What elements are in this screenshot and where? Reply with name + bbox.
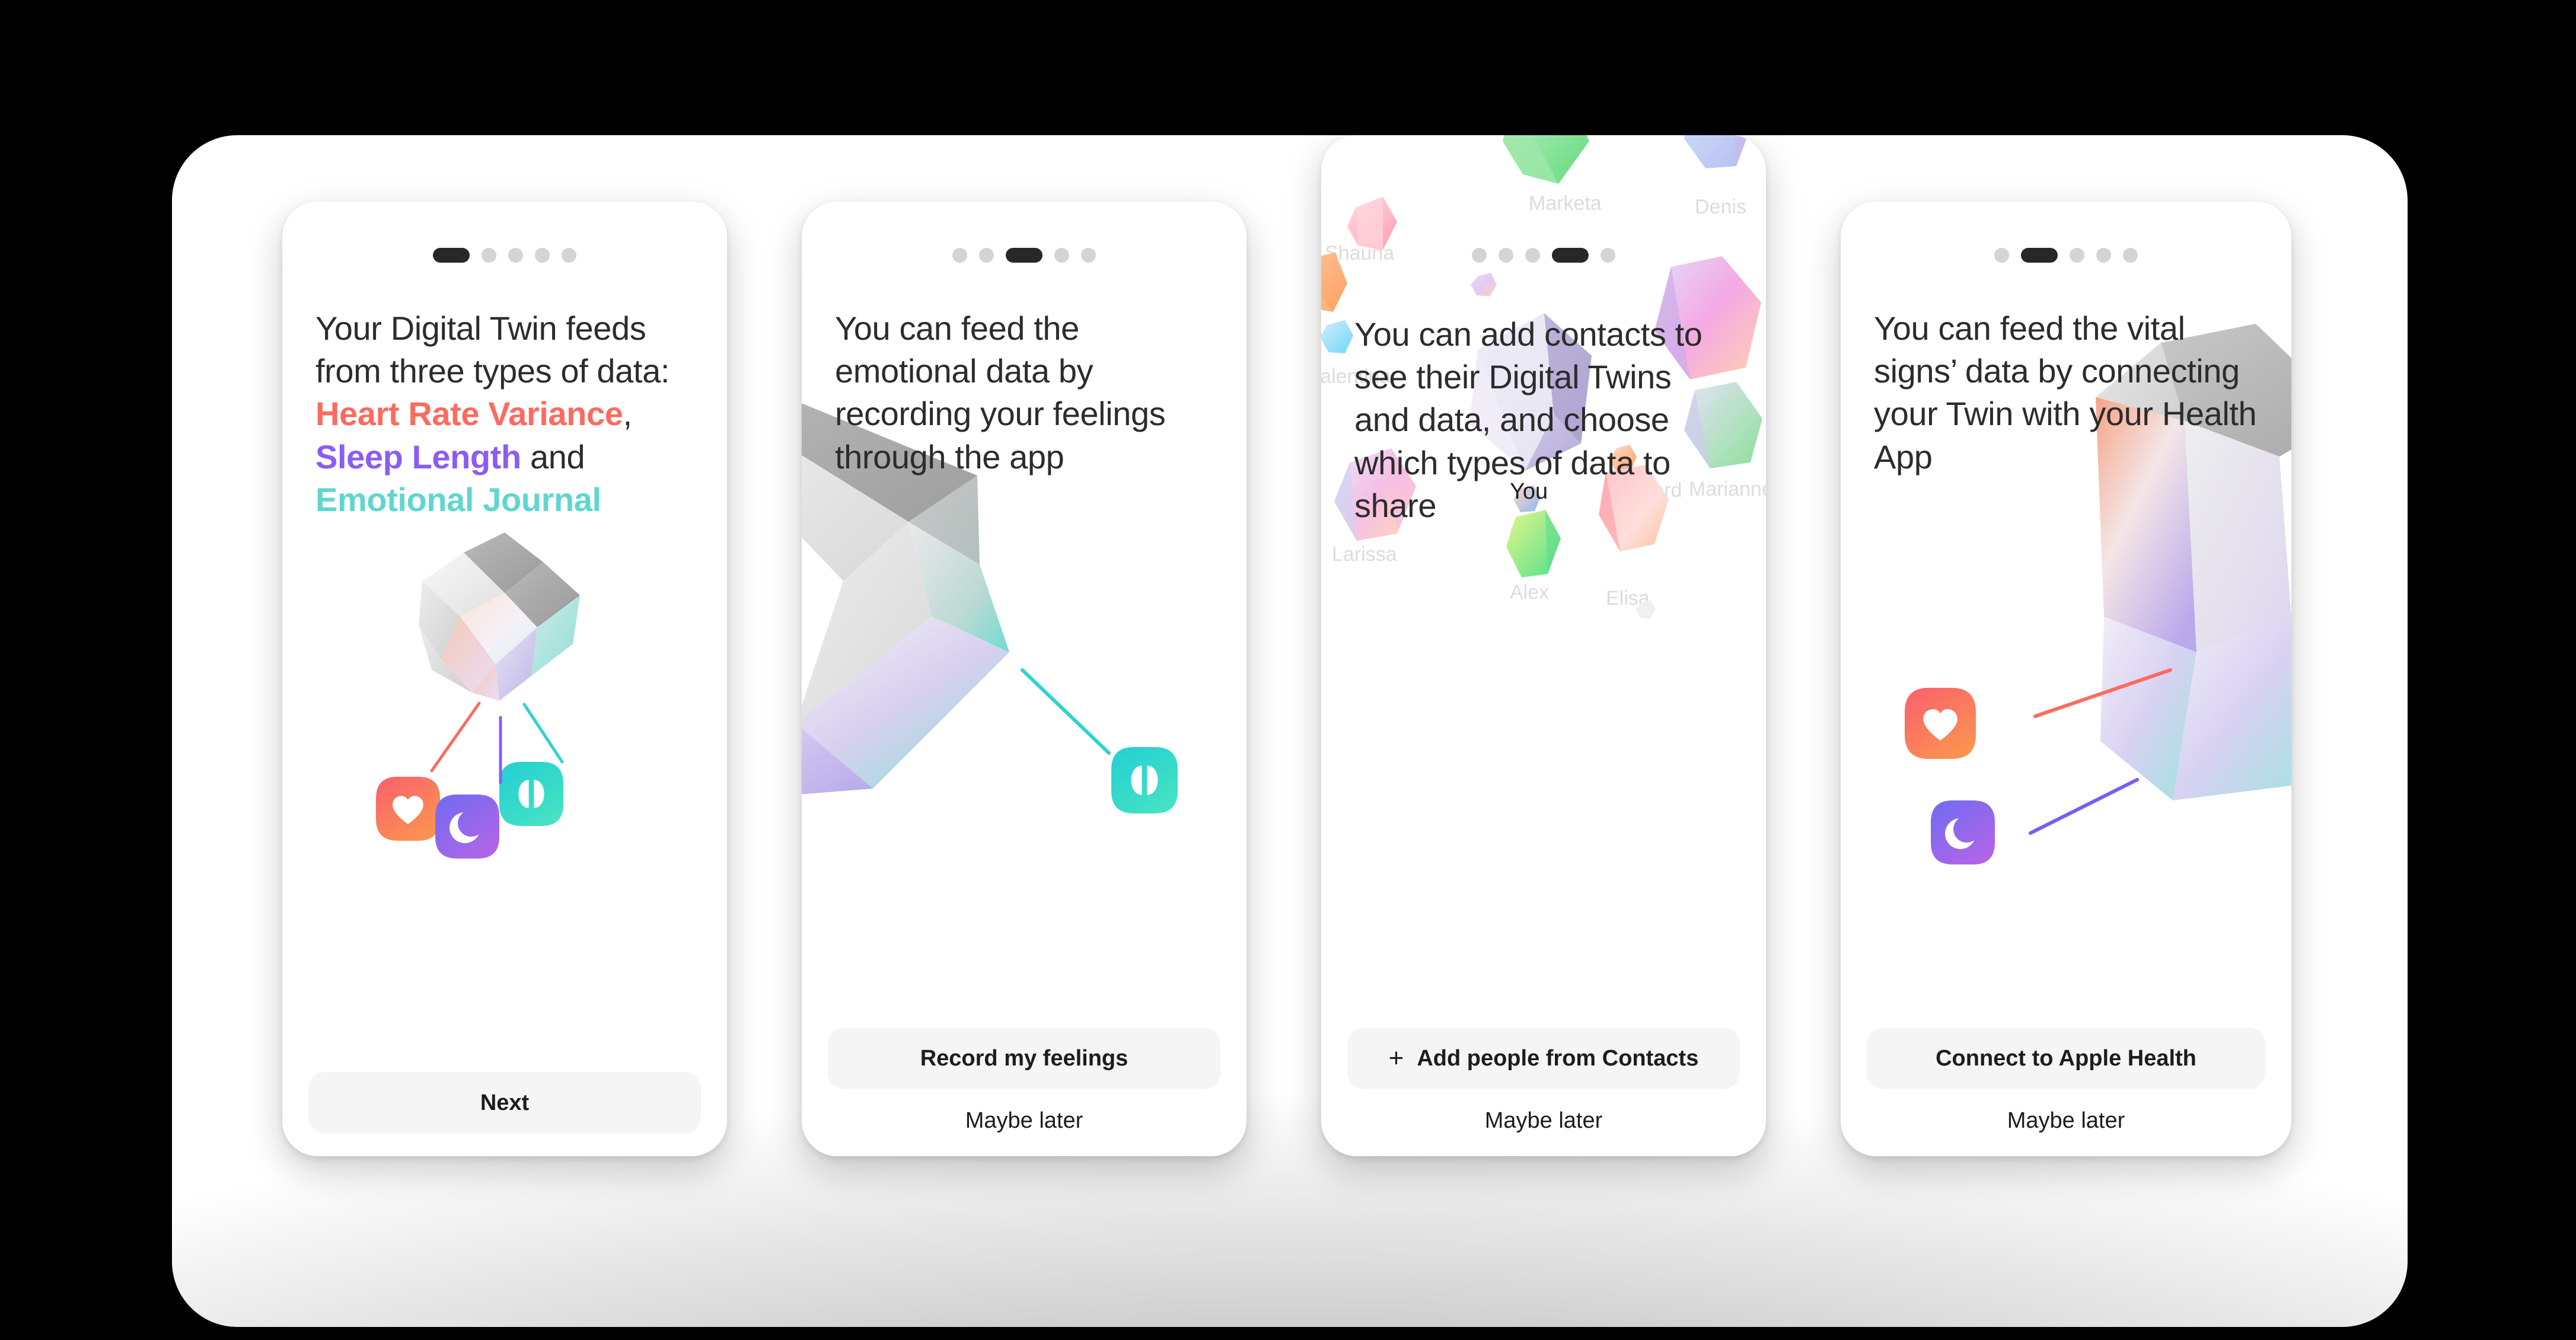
contact-crystal-denis xyxy=(1684,135,1748,168)
actions-1: Next xyxy=(308,1072,701,1134)
contact-crystal-small-1 xyxy=(1471,273,1497,296)
pagination-dot[interactable] xyxy=(2123,248,2138,263)
record-feelings-button[interactable]: Record my feelings xyxy=(828,1028,1220,1089)
plus-icon: + xyxy=(1388,1044,1404,1073)
pagination-dot[interactable] xyxy=(979,248,994,263)
pagination-dot[interactable] xyxy=(1601,248,1615,263)
phone-screen-emotional-journal: You can feed the emotional data by recor… xyxy=(802,202,1246,1156)
pagination-dot[interactable] xyxy=(1006,248,1042,263)
connect-apple-health-button[interactable]: Connect to Apple Health xyxy=(1867,1028,2265,1089)
pagination-dot[interactable] xyxy=(562,248,576,263)
pagination-dot[interactable] xyxy=(482,248,496,263)
label-sleep: Sleep Length xyxy=(315,438,521,476)
pagination-dot[interactable] xyxy=(1994,248,2009,263)
page-title-1: Your Digital Twin feeds from three types… xyxy=(315,310,669,518)
maybe-later-button[interactable]: Maybe later xyxy=(1867,1108,2265,1134)
contact-crystal-small-3 xyxy=(1635,600,1656,619)
page-title-3: You can add contacts to see their Digita… xyxy=(1354,315,1703,524)
label-hrv: Heart Rate Variance xyxy=(315,395,623,433)
pagination-dot[interactable] xyxy=(1081,248,1096,263)
phone-screen-data-types: Your Digital Twin feeds from three types… xyxy=(282,202,727,1156)
contact-crystal-shauna xyxy=(1347,197,1397,250)
page-title-4: You can feed the vital signs’ data by co… xyxy=(1874,310,2257,476)
pagination-dot[interactable] xyxy=(952,248,967,263)
pagination-dot[interactable] xyxy=(433,248,470,263)
pagination-dots-3[interactable] xyxy=(1321,248,1766,263)
pagination-dot[interactable] xyxy=(2096,248,2111,263)
pagination-dot[interactable] xyxy=(2070,248,2084,263)
pagination-dots-4[interactable] xyxy=(1841,248,2291,263)
contacts-field xyxy=(1321,135,1762,619)
pagination-dot[interactable] xyxy=(1552,248,1589,263)
add-people-label: Add people from Contacts xyxy=(1417,1045,1699,1071)
add-people-from-contacts-button[interactable]: + Add people from Contacts xyxy=(1347,1028,1740,1089)
pagination-dots-2[interactable] xyxy=(802,248,1246,263)
pagination-dots-1[interactable] xyxy=(282,248,727,263)
maybe-later-button[interactable]: Maybe later xyxy=(828,1108,1220,1134)
pagination-dot[interactable] xyxy=(2021,248,2058,263)
pagination-dot[interactable] xyxy=(1499,248,1513,263)
pagination-dot[interactable] xyxy=(1054,248,1069,263)
page-title-2: You can feed the emotional data by recor… xyxy=(835,310,1166,476)
pagination-dot[interactable] xyxy=(1525,248,1540,263)
actions-4: Connect to Apple Health Maybe later xyxy=(1867,1028,2265,1134)
actions-2: Record my feelings Maybe later xyxy=(828,1028,1220,1134)
actions-3: + Add people from Contacts Maybe later xyxy=(1347,1028,1740,1134)
pagination-dot[interactable] xyxy=(535,248,550,263)
maybe-later-button[interactable]: Maybe later xyxy=(1347,1108,1740,1134)
pagination-dot[interactable] xyxy=(1472,248,1487,263)
phone-screen-apple-health: You can feed the vital signs’ data by co… xyxy=(1841,202,2291,1156)
label-journal: Emotional Journal xyxy=(315,480,601,518)
contact-crystal-valentina xyxy=(1321,320,1353,353)
pagination-dot[interactable] xyxy=(508,248,523,263)
screenshot-stage: Your Digital Twin feeds from three types… xyxy=(0,0,2576,1340)
phone-screen-contacts: Shauna Marketa Denis Valentina Jon Maria… xyxy=(1321,135,1766,1156)
next-button[interactable]: Next xyxy=(308,1072,701,1134)
contact-crystal-marketa xyxy=(1503,135,1589,184)
